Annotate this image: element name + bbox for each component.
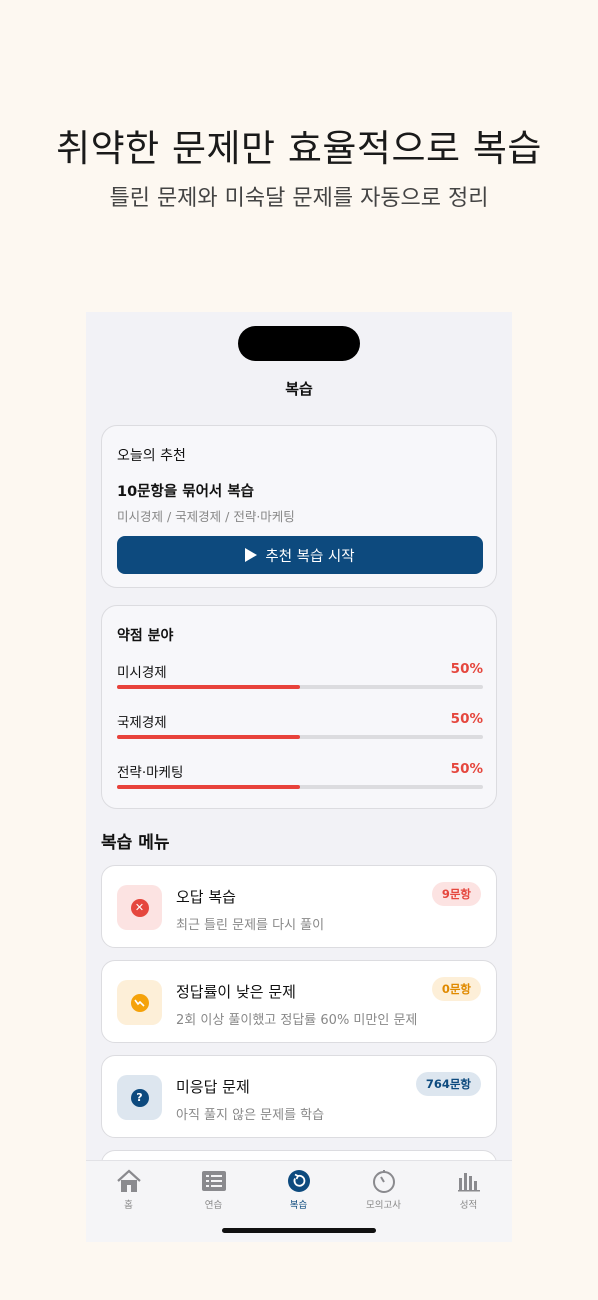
menu-item-desc: 2회 이상 풀이했고 정답률 60% 미만인 문제 <box>176 1013 418 1028</box>
phone-screen: 복습 오늘의 추천 10문항을 묶어서 복습 미시경제 / 국제경제 / 전략·… <box>86 312 512 1242</box>
chart-down-icon-box <box>117 980 162 1025</box>
unanswered-review-card[interactable]: ? 미응답 문제 아직 풀지 않은 문제를 학습 764문항 <box>101 1055 497 1138</box>
weak-area-row: 미시경제 50% <box>117 661 483 693</box>
home-indicator <box>222 1228 376 1233</box>
menu-item-title: 정답률이 낮은 문제 <box>176 983 296 1001</box>
bar-chart-icon <box>426 1169 511 1193</box>
x-circle-icon-box: ✕ <box>117 885 162 930</box>
weak-area-progress-fill <box>117 735 300 739</box>
weak-area-name: 국제경제 <box>117 715 167 731</box>
weak-area-progress-track <box>117 785 483 789</box>
tab-review[interactable]: 복습 <box>256 1169 341 1211</box>
menu-item-desc: 최근 틀린 문제를 다시 풀이 <box>176 918 325 933</box>
weak-area-progress-track <box>117 685 483 689</box>
menu-item-desc: 아직 풀지 않은 문제를 학습 <box>176 1108 325 1123</box>
review-icon <box>256 1169 341 1193</box>
timer-icon <box>341 1169 426 1193</box>
dynamic-island <box>238 326 360 361</box>
list-icon <box>171 1169 256 1193</box>
tab-label: 모의고사 <box>366 1200 401 1211</box>
review-menu-title: 복습 메뉴 <box>101 833 170 853</box>
play-icon <box>245 548 258 562</box>
tab-results[interactable]: 성적 <box>426 1169 511 1211</box>
tab-home[interactable]: 홈 <box>86 1169 171 1211</box>
weak-area-name: 전략·마케팅 <box>117 765 184 781</box>
question-circle-icon: ? <box>130 1088 149 1107</box>
tab-label: 홈 <box>124 1200 133 1211</box>
weak-area-name: 미시경제 <box>117 665 167 681</box>
screen-title: 복습 <box>285 380 313 398</box>
chart-down-icon <box>130 993 149 1012</box>
hero-subtitle: 틀린 문제와 미숙달 문제를 자동으로 정리 <box>109 186 489 211</box>
weak-areas-card: 약점 분야 미시경제 50% 국제경제 50% 전략·마케팅 50% <box>101 605 497 809</box>
tab-label: 복습 <box>289 1200 308 1211</box>
home-icon <box>86 1169 171 1193</box>
menu-item-title: 오답 복습 <box>176 888 236 906</box>
weak-area-row: 전략·마케팅 50% <box>117 761 483 793</box>
weak-area-progress-track <box>117 735 483 739</box>
weak-area-row: 국제경제 50% <box>117 711 483 743</box>
weak-area-progress-fill <box>117 785 300 789</box>
tab-label: 성적 <box>459 1200 478 1211</box>
weak-area-progress-fill <box>117 685 300 689</box>
weak-area-percent: 50% <box>450 761 483 777</box>
start-recommended-review-button[interactable]: 추천 복습 시작 <box>117 536 483 574</box>
tab-mock-exam[interactable]: 모의고사 <box>341 1169 426 1211</box>
tab-label: 연습 <box>204 1200 223 1211</box>
menu-item-title: 미응답 문제 <box>176 1078 250 1096</box>
recommendation-headline: 10문항을 묶어서 복습 <box>117 484 254 500</box>
hero-title: 취약한 문제만 효율적으로 복습 <box>56 127 542 170</box>
count-badge: 764문항 <box>415 1072 481 1096</box>
recommendation-label: 오늘의 추천 <box>117 448 186 464</box>
question-circle-icon-box: ? <box>117 1075 162 1120</box>
count-badge: 0문항 <box>431 977 481 1001</box>
weak-area-percent: 50% <box>450 661 483 677</box>
low-accuracy-review-card[interactable]: 정답률이 낮은 문제 2회 이상 풀이했고 정답률 60% 미만인 문제 0문항 <box>101 960 497 1043</box>
tab-practice[interactable]: 연습 <box>171 1169 256 1211</box>
recommendation-card: 오늘의 추천 10문항을 묶어서 복습 미시경제 / 국제경제 / 전략·마케팅… <box>101 425 497 588</box>
start-review-label: 추천 복습 시작 <box>265 548 355 565</box>
count-badge: 9문항 <box>431 882 481 906</box>
recommendation-subjects: 미시경제 / 국제경제 / 전략·마케팅 <box>117 509 295 524</box>
weak-areas-label: 약점 분야 <box>117 628 174 644</box>
weak-area-percent: 50% <box>450 711 483 727</box>
x-circle-icon: ✕ <box>130 898 149 917</box>
wrong-answer-review-card[interactable]: ✕ 오답 복습 최근 틀린 문제를 다시 풀이 9문항 <box>101 865 497 948</box>
